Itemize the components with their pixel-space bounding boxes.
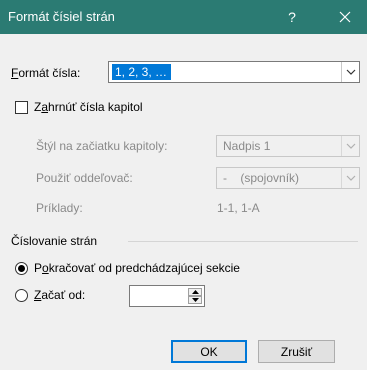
start-at-input[interactable] [132, 288, 186, 304]
chevron-down-icon[interactable] [341, 168, 359, 188]
continue-accel: o [42, 261, 49, 275]
spin-up-button[interactable] [188, 288, 202, 296]
group-divider [128, 241, 358, 242]
continue-pre: P [34, 261, 43, 275]
continue-radio[interactable] [15, 262, 28, 275]
spinner-buttons [188, 288, 202, 304]
cancel-button[interactable]: Zrušiť [258, 340, 335, 363]
caret-up-icon [191, 290, 199, 294]
continue-label[interactable]: Pokračovať od predchádzajúcej sekcie [34, 261, 240, 275]
chapter-style-value: Nadpis 1 [223, 139, 271, 153]
examples-label: Príklady: [36, 201, 83, 215]
start-at-label[interactable]: Začať od: [34, 288, 85, 302]
examples-value: 1-1, 1-A [217, 201, 260, 215]
ok-button[interactable]: OK [171, 340, 247, 363]
include-chapter-rest: hrnúť čísla kapitol [48, 100, 143, 114]
chapter-style-label: Štýl na začiatku kapitoly: [36, 139, 168, 153]
chapter-style-select[interactable]: Nadpis 1 [216, 135, 360, 157]
number-format-select[interactable]: 1, 2, 3, … [108, 61, 360, 83]
close-icon [339, 11, 350, 23]
start-at-radio[interactable] [15, 289, 28, 302]
chevron-down-icon[interactable] [341, 136, 359, 156]
separator-select[interactable]: - (spojovník) [216, 167, 360, 189]
separator-label: Použiť oddeľovač: [36, 171, 133, 185]
number-format-value: 1, 2, 3, … [112, 64, 172, 80]
number-format-label-rest: ormát čísla: [18, 66, 81, 80]
number-format-label: Formát čísla: [11, 66, 80, 80]
start-at-spinner[interactable] [129, 285, 205, 307]
help-button[interactable]: ? [272, 0, 312, 34]
radio-selected-dot [18, 265, 25, 272]
separator-value: - (spojovník) [223, 171, 300, 185]
page-numbering-group-label: Číslovanie strán [11, 234, 98, 248]
caret-down-icon [191, 298, 199, 302]
close-button[interactable] [322, 0, 367, 34]
chevron-down-icon[interactable] [341, 62, 359, 82]
title-bar: Formát čísiel strán ? [0, 0, 367, 34]
continue-rest: kračovať od predchádzajúcej sekcie [48, 261, 240, 275]
spin-down-button[interactable] [188, 296, 202, 304]
start-at-rest: ačať od: [41, 288, 86, 302]
dialog-title: Formát čísiel strán [8, 9, 115, 24]
include-chapter-checkbox[interactable] [15, 101, 28, 114]
include-chapter-label[interactable]: Zahrnúť čísla kapitol [34, 100, 143, 114]
